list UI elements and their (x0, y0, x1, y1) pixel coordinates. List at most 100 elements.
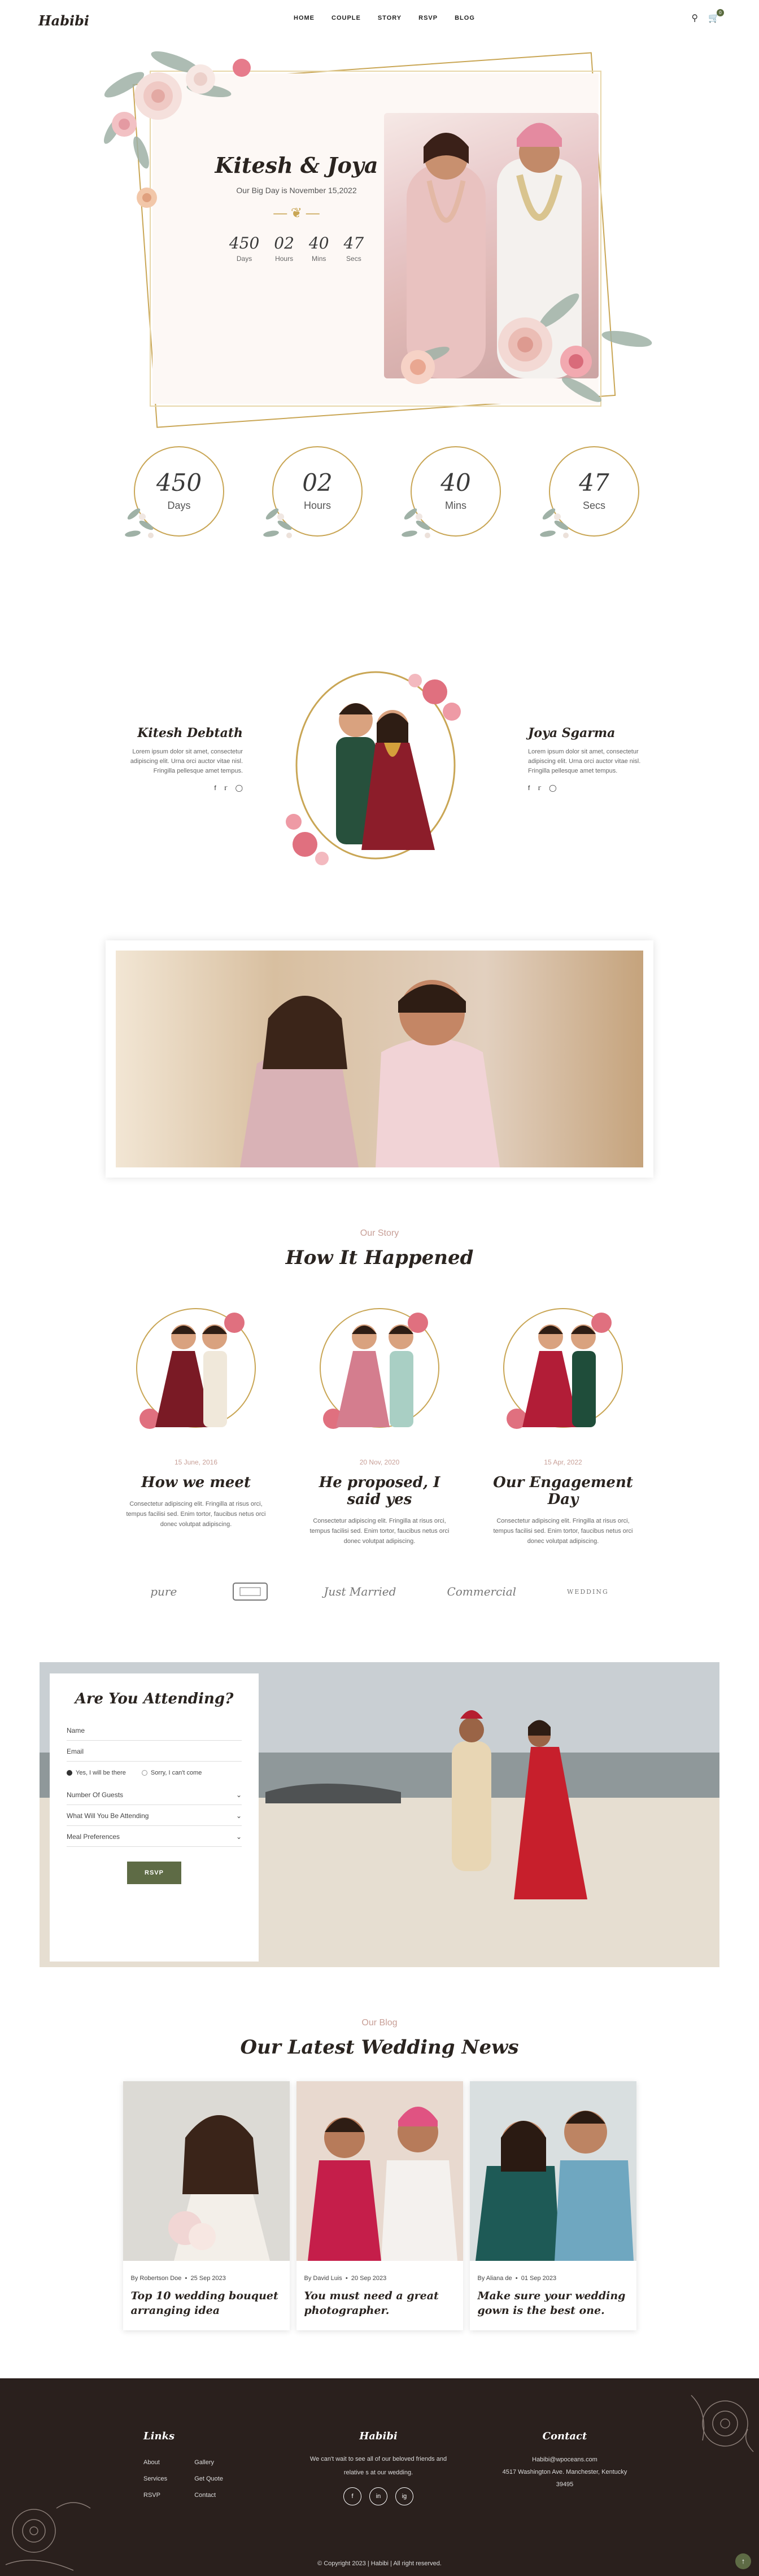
radio-no[interactable]: Sorry, I can't come (141, 1769, 202, 1776)
footer-email[interactable]: Habibi@wpoceans.com (532, 2456, 597, 2463)
facebook-icon[interactable]: f (214, 784, 216, 792)
story-illustration (319, 1308, 439, 1429)
blog-post-title[interactable]: Make sure your wedding gown is the best … (478, 2289, 629, 2318)
featured-couple-photo (116, 951, 643, 1167)
partner-logo-just-married: Just Married (324, 1585, 396, 1598)
email-field[interactable]: Email (67, 1741, 242, 1762)
search-icon[interactable]: ⚲ (691, 12, 698, 24)
footer-link-get-quote[interactable]: Get Quote (194, 2471, 223, 2487)
footer-link-contact[interactable]: Contact (194, 2487, 223, 2504)
story-title: How It Happened (285, 1246, 474, 1269)
nav-home[interactable]: HOME (294, 15, 315, 21)
story-date: 15 June, 2016 (174, 1458, 218, 1466)
rose-decoration-icon (401, 293, 652, 402)
blog-image (296, 2081, 463, 2261)
meal-select[interactable]: Meal Preferences ⌄ (67, 1826, 242, 1847)
rsvp-section: Are You Attending? Name Email Yes, I wil… (40, 1662, 719, 1967)
countdown-mins-value: 40 (440, 469, 471, 496)
blog-meta: By David Luis • 20 Sep 2023 (304, 2275, 387, 2282)
story-subtitle: Our Story (360, 1228, 399, 1238)
footer-socials: f in ig (299, 2487, 457, 2505)
footer-about: Habibi We can't wait to see all of our b… (299, 2430, 457, 2505)
footer-link-about[interactable]: About (143, 2455, 167, 2471)
story-date: 15 Apr, 2022 (544, 1458, 582, 1466)
cart-icon[interactable]: 🛒 0 (708, 9, 724, 24)
groom-socials: f 𝕣 ◯ (113, 784, 243, 792)
partner-logo-commercial: Commercial (447, 1585, 517, 1598)
nav-couple[interactable]: COUPLE (331, 15, 361, 21)
blog-post-title[interactable]: Top 10 wedding bouquet arranging idea (131, 2289, 282, 2318)
site-footer: Links About Services RSVP Gallery Get Qu… (0, 2378, 759, 2576)
copyright: © Copyright 2023 | Habibi | All right re… (317, 2560, 442, 2567)
blog-image (123, 2081, 290, 2261)
blog-card[interactable]: By Robertson Doe • 25 Sep 2023 Top 10 we… (123, 2081, 290, 2330)
footer-link-gallery[interactable]: Gallery (194, 2455, 223, 2471)
nav-story[interactable]: STORY (378, 15, 402, 21)
hero-title: Kitesh & Joya (215, 152, 378, 178)
blog-post-title[interactable]: You must need a great photographer. (304, 2289, 455, 2318)
instagram-icon[interactable]: ◯ (549, 784, 556, 792)
scroll-to-top-button[interactable]: ↑ (735, 2553, 751, 2569)
blog-card[interactable]: By Aliana de • 01 Sep 2023 Make sure you… (469, 2081, 636, 2330)
hero-section: Kitesh & Joya Our Big Day is November 15… (0, 40, 759, 428)
footer-link-services[interactable]: Services (143, 2471, 167, 2487)
story-text: Consectetur adipiscing elit. Fringilla a… (309, 1518, 450, 1545)
blog-section: Our Blog Our Latest Wedding News By Robe… (0, 2018, 759, 2330)
blog-subtitle: Our Blog (361, 2018, 398, 2028)
hero-countdown-mins: 40 Mins (308, 234, 329, 263)
guests-select[interactable]: Number Of Guests ⌄ (67, 1784, 242, 1805)
story-item: 15 June, 2016 How we meet Consectetur ad… (121, 1297, 271, 1546)
hero-subtitle: Our Big Day is November 15,2022 (236, 186, 357, 195)
groom-profile: Kitesh Debtath Lorem ipsum dolor sit ame… (113, 726, 243, 792)
footer-link-rsvp[interactable]: RSVP (143, 2487, 167, 2504)
instagram-icon[interactable]: ◯ (235, 784, 243, 792)
footer-tagline: We can't wait to see all of our beloved … (309, 2456, 447, 2476)
bride-name: Joya Sgarma (528, 726, 616, 740)
hero-countdown-hours: 02 Hours (274, 234, 294, 263)
groom-bio: Lorem ipsum dolor sit amet, consectetur … (130, 748, 243, 774)
couple-section: Kitesh Debtath Lorem ipsum dolor sit ame… (0, 635, 759, 865)
bride-bio: Lorem ipsum dolor sit amet, consectetur … (528, 748, 641, 774)
facebook-icon[interactable]: f (528, 784, 530, 792)
floral-outline-icon (691, 2395, 754, 2452)
blog-title: Our Latest Wedding News (240, 2036, 519, 2059)
footer-links: Links About Services RSVP Gallery Get Qu… (143, 2430, 223, 2504)
countdown-secs: 47 Secs (538, 441, 639, 545)
footer-links-title: Links (143, 2430, 175, 2442)
instagram-icon[interactable]: ig (395, 2487, 413, 2505)
countdown-days-value: 450 (156, 469, 202, 496)
blog-card[interactable]: By David Luis • 20 Sep 2023 You must nee… (296, 2081, 463, 2330)
rsvp-submit-button[interactable]: RSVP (127, 1862, 181, 1884)
partner-logo-pure: pure (150, 1585, 177, 1598)
footer-contact: Contact Habibi@wpoceans.com 4517 Washingt… (494, 2430, 635, 2491)
countdown-secs-value: 47 (579, 469, 609, 496)
leaf-branch-icon (402, 508, 430, 538)
linkedin-icon[interactable]: in (369, 2487, 387, 2505)
nav-blog[interactable]: BLOG (455, 15, 475, 21)
leaf-branch-icon (540, 508, 569, 538)
nav-rsvp[interactable]: RSVP (418, 15, 438, 21)
site-logo[interactable]: Habibi (38, 12, 89, 29)
twitter-icon[interactable]: 𝕣 (538, 784, 541, 792)
attending-select[interactable]: What Will You Be Attending ⌄ (67, 1805, 242, 1826)
hero-text: Kitesh & Joya Our Big Day is November 15… (198, 152, 395, 263)
footer-brand[interactable]: Habibi (299, 2430, 457, 2442)
radio-yes[interactable]: Yes, I will be there (67, 1769, 126, 1776)
twitter-icon[interactable]: 𝕣 (224, 784, 228, 792)
story-illustration (136, 1308, 256, 1429)
story-heading: He proposed, I said yes (319, 1474, 440, 1508)
story-illustration (503, 1308, 623, 1429)
facebook-icon[interactable]: f (343, 2487, 361, 2505)
name-field[interactable]: Name (67, 1720, 242, 1741)
chevron-down-icon: ⌄ (235, 1812, 242, 1820)
hero-countdown-days: 450 Days (229, 234, 260, 263)
bride-profile: Joya Sgarma Lorem ipsum dolor sit amet, … (528, 726, 658, 792)
story-date: 20 Nov, 2020 (359, 1458, 400, 1466)
site-header: Habibi HOME COUPLE STORY RSVP BLOG ⚲ 🛒 0 (0, 0, 759, 40)
countdown-hours-value: 02 (302, 469, 333, 496)
story-item: 15 Apr, 2022 Our Engagement Day Consecte… (488, 1297, 638, 1546)
leaf-branch-icon (125, 508, 154, 538)
footer-contact-title: Contact (542, 2430, 587, 2442)
featured-photo-frame (106, 940, 653, 1178)
rsvp-title: Are You Attending? (75, 1690, 234, 1707)
